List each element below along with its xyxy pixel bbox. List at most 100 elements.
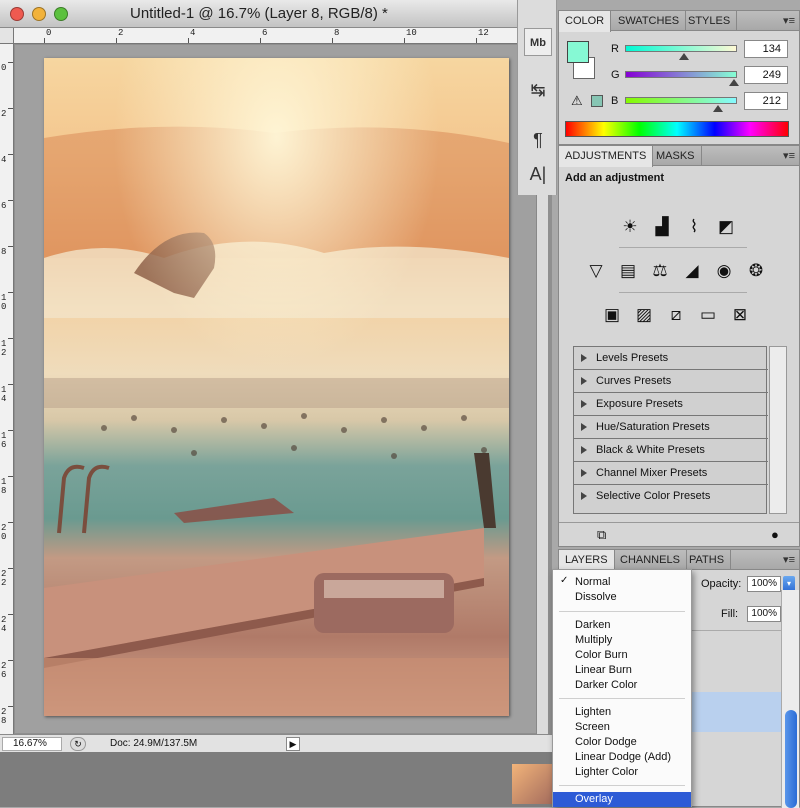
close-window-button[interactable] [10, 7, 24, 21]
blend-dissolve[interactable]: Dissolve [553, 590, 691, 605]
paragraph-icon[interactable]: ¶ [524, 126, 552, 154]
document-window: Untitled-1 @ 16.7% (Layer 8, RGB/8) * 0 2… [0, 0, 552, 807]
color-spectrum-ramp[interactable] [565, 121, 789, 137]
blend-multiply[interactable]: Multiply [553, 633, 691, 648]
selective-color-icon[interactable]: ⊠ [727, 302, 753, 328]
tab-paths[interactable]: PATHS [683, 550, 732, 570]
green-slider-thumb[interactable] [729, 79, 740, 86]
red-label: R [611, 43, 619, 55]
canvas-image[interactable] [44, 58, 509, 716]
tab-styles[interactable]: STYLES [682, 11, 738, 31]
ruler-label: 24 [1, 615, 7, 634]
blend-color-burn[interactable]: Color Burn [553, 648, 691, 663]
horizontal-ruler[interactable]: 024681012141618 [14, 28, 546, 44]
blue-value-field[interactable]: 212 [744, 92, 788, 110]
status-bar: 16.67% ↻ Doc: 24.9M/137.5M ▶ [0, 734, 552, 752]
zoom-level-field[interactable]: 16.67% [2, 737, 62, 751]
blend-mode-dropdown[interactable]: ✓ Normal Dissolve Darken Multiply Color … [552, 569, 692, 807]
ruler-origin[interactable] [0, 28, 14, 44]
preset-curves[interactable]: Curves Presets [574, 370, 768, 393]
history-icon[interactable]: ↹ [524, 76, 552, 104]
brightness-contrast-icon[interactable]: ☀ [617, 214, 643, 240]
mini-bridge-icon[interactable]: Mb [524, 28, 552, 56]
ruler-label: 12 [478, 28, 489, 38]
ruler-label: 4 [1, 155, 7, 165]
invert-icon[interactable]: ▣ [599, 302, 625, 328]
blend-screen[interactable]: Screen [553, 720, 691, 735]
presets-list: Levels Presets Curves Presets Exposure P… [573, 346, 768, 514]
zoom-window-button[interactable] [54, 7, 68, 21]
panel-menu-icon[interactable]: ▾≡ [783, 149, 795, 162]
preset-levels[interactable]: Levels Presets [574, 347, 768, 370]
blend-lighter-color[interactable]: Lighter Color [553, 765, 691, 780]
ruler-tick [8, 154, 13, 155]
blend-lighten[interactable]: Lighten [553, 705, 691, 720]
ruler-label: 14 [1, 385, 7, 404]
tab-swatches[interactable]: SWATCHES [612, 11, 687, 31]
tab-color[interactable]: COLOR [559, 11, 612, 32]
minimize-window-button[interactable] [32, 7, 46, 21]
character-icon[interactable]: A| [524, 160, 552, 188]
clip-to-layer-icon[interactable]: ⧉ [597, 527, 606, 543]
preset-selective-color[interactable]: Selective Color Presets [574, 485, 768, 508]
hue-saturation-icon[interactable]: ▤ [615, 258, 641, 284]
green-slider[interactable] [625, 71, 737, 78]
channel-mixer-icon[interactable]: ❂ [743, 258, 769, 284]
ruler-tick [8, 292, 13, 293]
tab-layers[interactable]: LAYERS [559, 550, 615, 571]
tab-channels[interactable]: CHANNELS [614, 550, 687, 570]
color-balance-icon[interactable]: ⚖ [647, 258, 673, 284]
red-slider[interactable] [625, 45, 737, 52]
vibrance-icon[interactable]: ▽ [583, 258, 609, 284]
opacity-label: Opacity: [701, 578, 742, 590]
preset-exposure[interactable]: Exposure Presets [574, 393, 768, 416]
tab-masks[interactable]: MASKS [650, 146, 702, 166]
adjustment-options-icon[interactable]: ● [771, 527, 779, 542]
panel-menu-icon[interactable]: ▾≡ [783, 553, 795, 566]
vertical-ruler[interactable]: 0 2 4 6 8 10 12 14 16 18 20 22 24 26 28 [0, 44, 14, 734]
blend-overlay[interactable]: Overlay [553, 792, 691, 807]
posterize-icon[interactable]: ▨ [631, 302, 657, 328]
ruler-label: 22 [1, 569, 7, 588]
blend-color-dodge[interactable]: Color Dodge [553, 735, 691, 750]
red-value-field[interactable]: 134 [744, 40, 788, 58]
blue-slider-thumb[interactable] [713, 105, 724, 112]
title-bar[interactable]: Untitled-1 @ 16.7% (Layer 8, RGB/8) * [0, 0, 552, 28]
ruler-label: 2 [118, 28, 124, 38]
tab-adjustments[interactable]: ADJUSTMENTS [559, 146, 654, 167]
blue-slider[interactable] [625, 97, 737, 104]
ruler-label: 20 [1, 523, 7, 542]
layers-scroll-thumb[interactable] [785, 710, 797, 808]
panel-menu-icon[interactable]: ▾≡ [783, 14, 795, 27]
status-menu-arrow-icon[interactable]: ▶ [286, 737, 300, 751]
blend-darker-color[interactable]: Darker Color [553, 678, 691, 693]
blue-slider-row: B 212 [559, 91, 799, 113]
fill-field[interactable]: 100% [747, 606, 781, 622]
photo-filter-icon[interactable]: ◉ [711, 258, 737, 284]
levels-icon[interactable]: ▟ [649, 214, 675, 240]
blend-linear-dodge[interactable]: Linear Dodge (Add) [553, 750, 691, 765]
rotate-view-icon[interactable]: ↻ [70, 737, 86, 751]
preset-hue-saturation[interactable]: Hue/Saturation Presets [574, 416, 768, 439]
green-value-field[interactable]: 249 [744, 66, 788, 84]
black-white-icon[interactable]: ◢ [679, 258, 705, 284]
layers-scrollbar[interactable] [781, 590, 799, 808]
opacity-field[interactable]: 100% [747, 576, 781, 592]
ruler-label: 6 [1, 201, 7, 211]
preset-channel-mixer[interactable]: Channel Mixer Presets [574, 462, 768, 485]
threshold-icon[interactable]: ⧄ [663, 302, 689, 328]
blend-darken[interactable]: Darken [553, 618, 691, 633]
ruler-tick [116, 38, 117, 43]
blend-normal[interactable]: Normal [553, 575, 691, 590]
presets-scrollbar[interactable] [769, 346, 787, 514]
ruler-tick [44, 38, 45, 43]
gradient-map-icon[interactable]: ▭ [695, 302, 721, 328]
exposure-icon[interactable]: ◩ [713, 214, 739, 240]
curves-icon[interactable]: ⌇ [681, 214, 707, 240]
ruler-tick [8, 246, 13, 247]
ruler-tick [260, 38, 261, 43]
preset-black-white[interactable]: Black & White Presets [574, 439, 768, 462]
layer-thumbnail[interactable] [512, 764, 552, 804]
red-slider-thumb[interactable] [678, 53, 689, 60]
blend-linear-burn[interactable]: Linear Burn [553, 663, 691, 678]
